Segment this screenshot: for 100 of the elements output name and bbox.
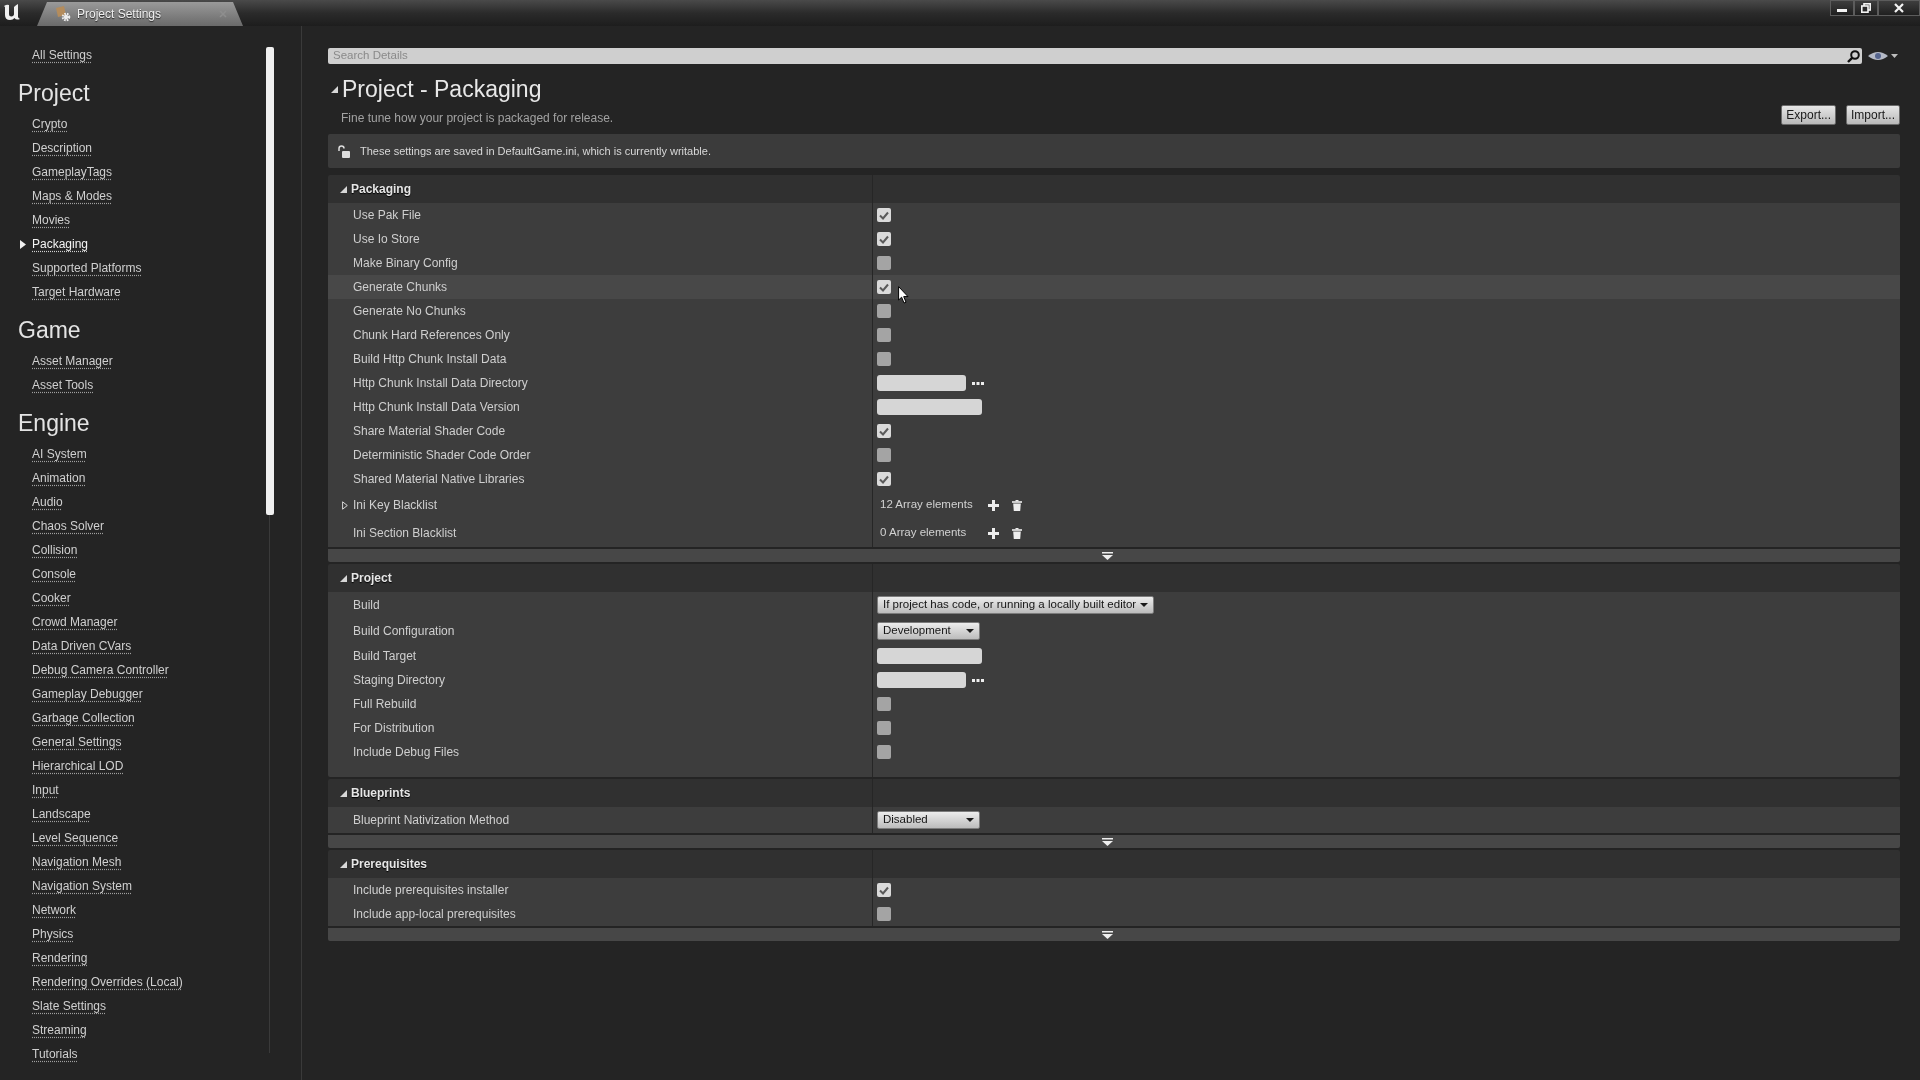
checkbox[interactable] [877,256,891,270]
property-label: Chunk Hard References Only [353,327,510,344]
sidebar-link[interactable]: Maps & Modes [32,188,113,204]
advanced-toggle-bar[interactable] [328,549,1900,562]
property-label: Build Configuration [353,623,455,640]
checkbox[interactable] [877,352,891,366]
sidebar-link[interactable]: Network [32,902,76,918]
sidebar-link[interactable]: Rendering [32,950,88,966]
sidebar-link[interactable]: Hierarchical LOD [32,758,124,774]
sidebar-link[interactable]: GameplayTags [32,164,113,180]
sidebar-link[interactable]: Asset Manager [32,353,113,369]
sidebar-link[interactable]: Packaging [32,236,89,252]
text-field[interactable] [877,672,966,688]
plus-icon[interactable] [988,527,999,539]
sidebar-link[interactable]: Chaos Solver [32,518,105,534]
property-label: Generate Chunks [353,279,448,296]
ellipsis-icon[interactable] [972,381,984,385]
sidebar-link[interactable]: Navigation Mesh [32,854,122,870]
sidebar-link[interactable]: Tutorials [32,1046,78,1062]
checkbox[interactable] [877,721,891,735]
minimize-button[interactable] [1830,0,1854,16]
disclosure-triangle-icon[interactable] [340,185,347,193]
sidebar-link[interactable]: Slate Settings [32,998,107,1014]
text-field[interactable] [877,648,982,664]
checkbox[interactable] [877,883,891,897]
property-label: Shared Material Native Libraries [353,471,525,488]
sidebar-link[interactable]: Movies [32,212,70,228]
disclosure-triangle-icon[interactable] [340,574,347,582]
sidebar-link[interactable]: Debug Camera Controller [32,662,169,678]
property-label: Share Material Shader Code [353,423,506,440]
restore-button[interactable] [1854,0,1878,16]
sidebar-link[interactable]: Landscape [32,806,91,822]
plus-icon[interactable] [988,499,999,511]
dropdown[interactable]: If project has code, or running a locally built editor [877,596,1155,614]
sidebar-link[interactable]: Audio [32,494,63,510]
advanced-toggle-bar[interactable] [328,835,1900,848]
expand-arrow-icon [1101,551,1113,560]
checkbox[interactable] [877,448,891,462]
disclosure-triangle-icon[interactable] [331,85,338,93]
sidebar-link[interactable]: Crowd Manager [32,614,118,630]
expand-arrow-icon[interactable] [342,500,348,510]
checkbox[interactable] [877,472,891,486]
property-label: Include Debug Files [353,744,460,761]
disclosure-triangle-icon[interactable] [340,789,347,797]
expand-arrow-icon [1101,837,1113,846]
sidebar-link[interactable]: Rendering Overrides (Local) [32,974,183,990]
scrollbar-thumb[interactable] [266,47,274,515]
close-icon [1894,3,1904,13]
section-title: Project [351,570,392,587]
close-button[interactable] [1878,0,1920,16]
sidebar-link[interactable]: Cooker [32,590,71,606]
category-heading: Project [18,79,90,108]
checkbox[interactable] [877,280,891,294]
trash-icon[interactable] [1012,527,1022,539]
checkbox[interactable] [877,208,891,222]
checkbox[interactable] [877,232,891,246]
sidebar-link[interactable]: All Settings [32,47,93,63]
checkbox[interactable] [877,424,891,438]
checkbox[interactable] [877,907,891,921]
property-label: Http Chunk Install Data Version [353,399,520,416]
sidebar-link[interactable]: Streaming [32,1022,87,1038]
sidebar-link[interactable]: Level Sequence [32,830,119,846]
checkbox[interactable] [877,304,891,318]
text-field[interactable] [877,399,982,415]
sidebar-link[interactable]: Description [32,140,93,156]
sidebar-link[interactable]: Target Hardware [32,284,121,300]
search-field[interactable]: Search Details [328,48,1862,64]
ellipsis-icon[interactable] [972,678,984,682]
text-field[interactable] [877,375,966,391]
dropdown[interactable]: Development [877,622,980,640]
property-label: Staging Directory [353,672,446,689]
sidebar-link[interactable]: AI System [32,446,87,462]
section-header[interactable]: Packaging [328,175,1900,203]
checkbox[interactable] [877,328,891,342]
trash-icon[interactable] [1012,499,1022,511]
selected-arrow-icon [20,239,26,249]
sidebar-link[interactable]: Console [32,566,77,582]
header-button[interactable]: Export... [1781,105,1836,125]
sidebar-link[interactable]: Crypto [32,116,68,132]
sidebar-link[interactable]: Garbage Collection [32,710,135,726]
sidebar-link[interactable]: Data Driven CVars [32,638,132,654]
sidebar-link[interactable]: Physics [32,926,74,942]
section-header[interactable]: Prerequisites [328,850,1900,878]
sidebar-link[interactable]: Gameplay Debugger [32,686,143,702]
section-header[interactable]: Project [328,564,1900,592]
checkbox[interactable] [877,697,891,711]
section-title: Blueprints [351,785,411,802]
header-button[interactable]: Import... [1846,105,1900,125]
sidebar-link[interactable]: Animation [32,470,86,486]
sidebar-link[interactable]: Supported Platforms [32,260,142,276]
sidebar-link[interactable]: Collision [32,542,78,558]
section-header[interactable]: Blueprints [328,779,1900,807]
sidebar-link[interactable]: General Settings [32,734,122,750]
sidebar-link[interactable]: Input [32,782,59,798]
checkbox[interactable] [877,745,891,759]
disclosure-triangle-icon[interactable] [340,860,347,868]
dropdown[interactable]: Disabled [877,811,980,829]
sidebar-link[interactable]: Navigation System [32,878,133,894]
sidebar-link[interactable]: Asset Tools [32,377,94,393]
advanced-toggle-bar[interactable] [328,928,1900,941]
